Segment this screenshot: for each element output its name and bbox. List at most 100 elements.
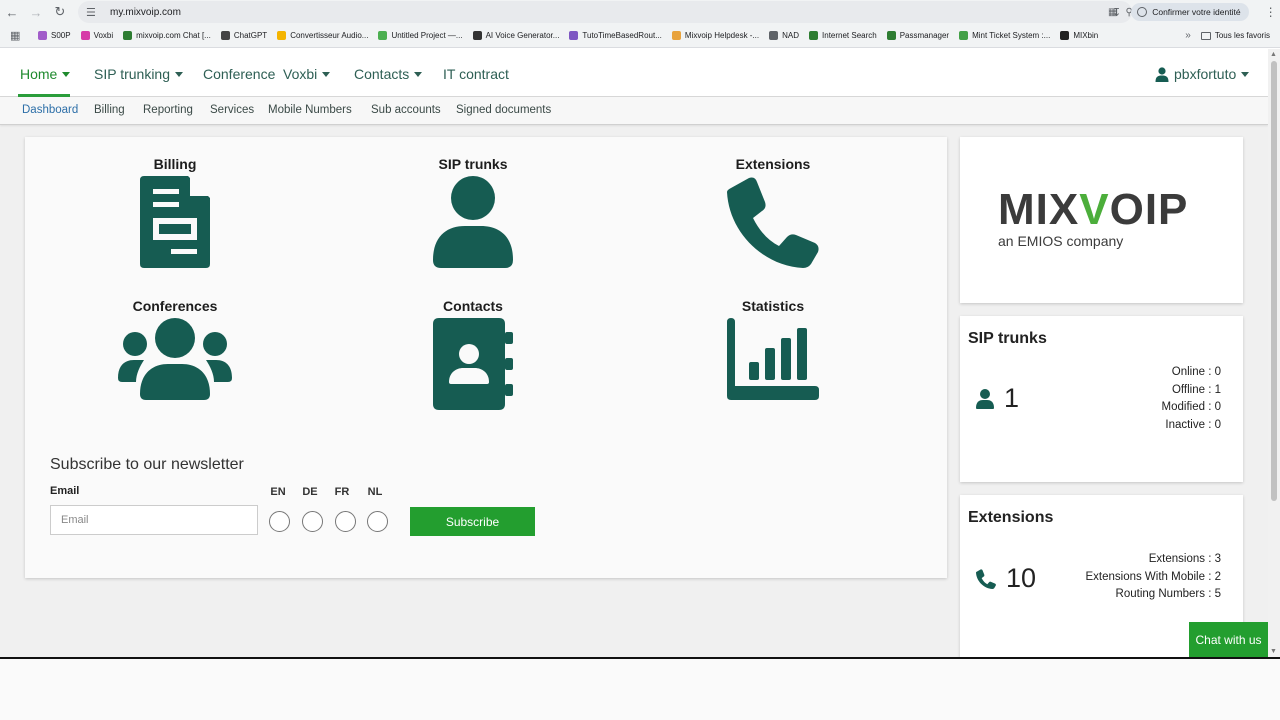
nav-voxbi-label: Voxbi (283, 66, 318, 82)
bookmark-label: mixvoip.com Chat [... (136, 31, 211, 40)
nav-voxbi[interactable]: Voxbi (283, 66, 331, 82)
bookmark-item[interactable]: Voxbi (80, 31, 114, 40)
logo-part: OIP (1109, 185, 1189, 234)
tile-sip-trunks[interactable]: SIP trunks (383, 156, 563, 268)
tile-statistics[interactable]: Statistics (683, 298, 863, 400)
radio-en[interactable] (269, 511, 290, 532)
page-scrollbar[interactable]: ▲ ▼ (1268, 49, 1280, 657)
all-bookmarks-folder[interactable]: Tous les favoris (1200, 31, 1270, 40)
browser-menu-icon[interactable]: ⋮ (1265, 5, 1277, 19)
ext-card-title: Extensions (968, 509, 1054, 526)
user-menu[interactable]: pbxfortuto (1155, 66, 1250, 82)
bookmark-item[interactable]: NAD (769, 31, 799, 40)
nav-conference[interactable]: Conference (203, 66, 275, 82)
bookmark-label: Mixvoip Helpdesk -... (684, 31, 760, 40)
tile-contacts[interactable]: Contacts (383, 298, 563, 410)
nav-it-contract-label: IT contract (443, 66, 509, 82)
user-name: pbxfortuto (1174, 66, 1237, 82)
user-icon (976, 388, 994, 409)
bookmark-label: Voxbi (93, 31, 114, 40)
radio-fr[interactable] (335, 511, 356, 532)
subnav-mobile-numbers[interactable]: Mobile Numbers (268, 104, 352, 116)
bookmark-item[interactable]: Passmanager (886, 31, 950, 40)
scroll-up-icon[interactable]: ▲ (1270, 51, 1277, 58)
nav-home-label: Home (20, 66, 58, 82)
nav-contacts[interactable]: Contacts (354, 66, 423, 82)
bookmark-item[interactable]: MIXbin (1060, 31, 1098, 40)
user-icon (1155, 66, 1169, 82)
bookmark-favicon-icon (959, 31, 969, 40)
bookmark-item[interactable]: mixvoip.com Chat [... (123, 31, 211, 40)
subnav-sub-accounts[interactable]: Sub accounts (371, 104, 441, 116)
phone-icon (976, 568, 996, 589)
subnav-dashboard[interactable]: Dashboard (22, 104, 78, 116)
web-page: Home SIP trunking Conference Voxbi Conta… (0, 49, 1268, 657)
newsletter-title: Subscribe to our newsletter (50, 456, 244, 473)
back-icon[interactable]: ← (0, 0, 24, 24)
sip-count-value: 1 (1004, 383, 1020, 413)
forward-icon[interactable]: → (24, 0, 48, 24)
bottom-blank-area (0, 657, 1280, 720)
radio-nl[interactable] (367, 511, 388, 532)
ext-count-value: 10 (1006, 563, 1037, 593)
bookmark-item[interactable]: ChatGPT (220, 31, 267, 40)
bookmark-favicon-icon (220, 31, 230, 40)
nav-sip-trunking[interactable]: SIP trunking (94, 66, 184, 82)
bar-chart-icon (727, 318, 819, 400)
identity-button[interactable]: Confirmer votre identité (1131, 3, 1249, 21)
ext-status-list: Extensions : 3 Extensions With Mobile : … (1085, 551, 1221, 604)
bookmark-item[interactable]: TutoTimeBasedRout... (569, 31, 662, 40)
reload-icon[interactable]: ↻ (48, 0, 72, 24)
subnav-reporting[interactable]: Reporting (143, 104, 193, 116)
more-bookmarks-icon[interactable]: » (1185, 30, 1191, 41)
site-info-icon[interactable]: ☰ (86, 5, 100, 19)
sip-offline: Offline : 1 (1171, 383, 1221, 396)
bookmark-item[interactable]: Convertisseur Audio... (277, 31, 368, 40)
email-field[interactable] (50, 505, 258, 535)
download-icon[interactable]: ↧ (1112, 6, 1121, 19)
bookmark-item[interactable]: Internet Search (809, 31, 877, 40)
scroll-down-icon[interactable]: ▼ (1270, 648, 1277, 655)
subnav-signed-documents[interactable]: Signed documents (456, 104, 551, 116)
bookmark-item[interactable]: Mixvoip Helpdesk -... (671, 31, 760, 40)
chevron-down-icon (322, 71, 331, 77)
phone-icon (727, 177, 819, 268)
subnav-services[interactable]: Services (210, 104, 254, 116)
sub-navigation: Dashboard Billing Reporting Services Mob… (0, 97, 1268, 125)
bookmark-item[interactable]: S00P (38, 31, 71, 40)
logo-part: MIX (998, 185, 1080, 234)
lang-label-nl: NL (367, 486, 383, 498)
nav-it-contract[interactable]: IT contract (443, 66, 509, 82)
account-icon (1137, 7, 1148, 17)
bookmark-item[interactable]: Mint Ticket System :... (959, 31, 1050, 40)
folder-icon (1200, 31, 1211, 40)
tile-conferences[interactable]: Conferences (85, 298, 265, 400)
logo-tagline: an EMIOS company (998, 233, 1124, 249)
bookmark-favicon-icon (569, 31, 579, 40)
tile-extensions[interactable]: Extensions (683, 156, 863, 268)
bookmark-favicon-icon (769, 31, 779, 40)
subnav-billing[interactable]: Billing (94, 104, 125, 116)
nav-conference-label: Conference (203, 66, 276, 82)
bookmark-favicon-icon (472, 31, 482, 40)
tile-billing[interactable]: Billing (85, 156, 265, 268)
subscribe-button[interactable]: Subscribe (410, 507, 535, 536)
apps-grid-icon[interactable]: ▦ (10, 29, 24, 42)
lang-label-en: EN (270, 486, 286, 498)
bookmark-label: Passmanager (899, 31, 950, 40)
bookmark-label: Untitled Project —... (391, 31, 463, 40)
scroll-thumb[interactable] (1271, 61, 1277, 501)
url-text[interactable]: my.mixvoip.com (110, 7, 181, 18)
chat-with-us-button[interactable]: Chat with us (1189, 622, 1268, 657)
radio-de[interactable] (302, 511, 323, 532)
invoice-icon (140, 176, 210, 268)
bookmark-label: TutoTimeBasedRout... (582, 31, 662, 40)
chevron-down-icon (1241, 71, 1250, 77)
bookmark-item[interactable]: AI Voice Generator... (472, 31, 559, 40)
sip-trunks-card: SIP trunks 1 Online : 0 Offline : 1 Modi… (960, 316, 1243, 482)
address-bar[interactable]: ☰ my.mixvoip.com (78, 1, 1132, 23)
bookmark-label: Mint Ticket System :... (972, 31, 1051, 40)
nav-home[interactable]: Home (20, 66, 71, 82)
bookmark-item[interactable]: Untitled Project —... (378, 31, 463, 40)
email-label: Email (50, 485, 80, 497)
